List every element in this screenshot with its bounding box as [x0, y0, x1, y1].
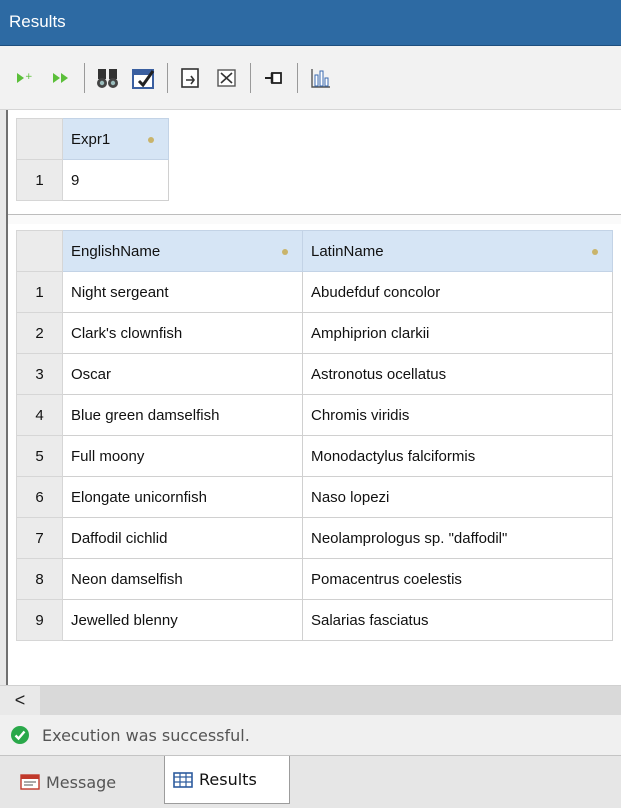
row-number[interactable]: 9	[16, 599, 63, 641]
tab-message[interactable]: Message	[12, 760, 162, 804]
success-check-icon	[11, 726, 29, 744]
table-cell[interactable]: Monodactylus falciformis	[302, 435, 613, 477]
bottom-tab-strip: Message Results	[0, 755, 621, 808]
table-cell[interactable]: Full moony	[62, 435, 303, 477]
scroll-left-icon[interactable]: <	[0, 690, 40, 711]
table-row: 7 Daffodil cichlid Neolamprologus sp. "daf…	[16, 517, 613, 559]
results-title-bar: Results	[0, 0, 621, 46]
table-row: 3 Oscar Astronotus ocellatus	[16, 353, 613, 395]
toolbar-divider	[250, 62, 251, 93]
table-cell[interactable]: Neon damselfish	[62, 558, 303, 600]
grid-corner	[16, 230, 63, 272]
column-header-label: EnglishName	[71, 242, 161, 260]
pin-icon[interactable]	[259, 63, 289, 93]
table-cell[interactable]: Amphiprion clarkii	[302, 312, 613, 354]
chart-icon[interactable]	[306, 63, 336, 93]
table-cell[interactable]: Salarias fasciatus	[302, 599, 613, 641]
table-cell[interactable]: Night sergeant	[62, 271, 303, 313]
table-cell[interactable]: Oscar	[62, 353, 303, 395]
results-grid-icon	[173, 771, 193, 788]
table-row: 4 Blue green damselfish Chromis viridis	[16, 394, 613, 436]
toolbar-divider	[297, 62, 298, 93]
expr-result-grid: Expr1 1 9	[16, 118, 169, 201]
svg-text:+: +	[25, 72, 33, 82]
column-header-expr1[interactable]: Expr1	[62, 118, 169, 160]
scrollbar-track[interactable]	[40, 685, 621, 716]
table-cell[interactable]: Naso lopezi	[302, 476, 613, 518]
results-toolbar: +	[0, 46, 621, 110]
toolbar-divider	[84, 62, 85, 93]
step-into-icon[interactable]: +	[10, 63, 40, 93]
grid-header-row: EnglishName LatinName	[16, 230, 613, 272]
row-number[interactable]: 3	[16, 353, 63, 395]
table-row: 8 Neon damselfish Pomacentrus coelestis	[16, 558, 613, 600]
table-cell[interactable]: Daffodil cichlid	[62, 517, 303, 559]
column-header-latinname[interactable]: LatinName	[302, 230, 613, 272]
table-cell[interactable]: 9	[62, 159, 169, 201]
tab-results[interactable]: Results	[164, 756, 290, 804]
row-number[interactable]: 8	[16, 558, 63, 600]
column-header-label: Expr1	[71, 130, 111, 148]
message-icon	[20, 774, 40, 790]
table-cell[interactable]: Neolamprologus sp. "daffodil"	[302, 517, 613, 559]
grid-corner	[16, 118, 63, 160]
table-cell[interactable]: Chromis viridis	[302, 394, 613, 436]
toolbar-divider	[167, 62, 168, 93]
row-number[interactable]: 7	[16, 517, 63, 559]
row-number[interactable]: 1	[16, 271, 63, 313]
checklist-icon[interactable]	[129, 63, 159, 93]
table-cell[interactable]: Abudefduf concolor	[302, 271, 613, 313]
table-cell[interactable]: Astronotus ocellatus	[302, 353, 613, 395]
table-cell[interactable]: Blue green damselfish	[62, 394, 303, 436]
row-number[interactable]: 5	[16, 435, 63, 477]
status-message: Execution was successful.	[42, 725, 250, 745]
row-number[interactable]: 1	[16, 159, 63, 201]
binoculars-find-icon[interactable]	[93, 63, 123, 93]
grid-header-row: Expr1	[16, 118, 169, 160]
column-status-dot	[282, 249, 288, 255]
table-cell[interactable]: Pomacentrus coelestis	[302, 558, 613, 600]
fish-names-grid: EnglishName LatinName 1 Night sergeant Abu…	[16, 230, 613, 641]
results-pane-edge	[0, 110, 8, 685]
table-row: 1 9	[16, 159, 169, 201]
table-row: 6 Elongate unicornfish Naso lopezi	[16, 476, 613, 518]
table-cell[interactable]: Clark's clownfish	[62, 312, 303, 354]
table-row: 2 Clark's clownfish Amphiprion clarkii	[16, 312, 613, 354]
horizontal-scrollbar[interactable]: <	[0, 685, 621, 716]
table-row: 1 Night sergeant Abudefduf concolor	[16, 271, 613, 313]
row-number[interactable]: 4	[16, 394, 63, 436]
status-bar: Execution was successful.	[0, 715, 621, 755]
row-number[interactable]: 2	[16, 312, 63, 354]
run-icon[interactable]	[46, 63, 76, 93]
export-icon[interactable]	[176, 63, 206, 93]
column-header-label: LatinName	[311, 242, 384, 260]
table-cell[interactable]: Elongate unicornfish	[62, 476, 303, 518]
column-status-dot	[592, 249, 598, 255]
table-cell[interactable]: Jewelled blenny	[62, 599, 303, 641]
row-number[interactable]: 6	[16, 476, 63, 518]
tab-label: Message	[46, 772, 117, 792]
window-title: Results	[9, 12, 66, 31]
result-set-splitter[interactable]	[8, 214, 621, 224]
column-header-englishname[interactable]: EnglishName	[62, 230, 303, 272]
column-status-dot	[148, 137, 154, 143]
fit-icon[interactable]	[212, 63, 242, 93]
table-row: 9 Jewelled blenny Salarias fasciatus	[16, 599, 613, 641]
tab-label: Results	[199, 770, 257, 789]
table-row: 5 Full moony Monodactylus falciformis	[16, 435, 613, 477]
